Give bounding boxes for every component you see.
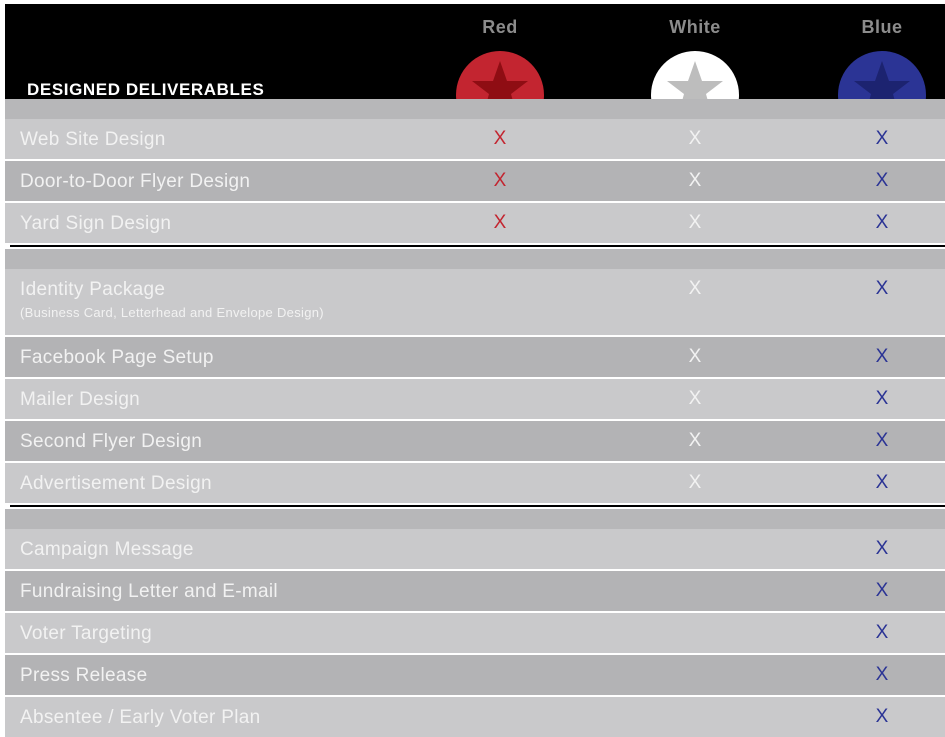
table-row: Facebook Page Setup X X bbox=[5, 337, 945, 377]
tier-name: Blue bbox=[861, 17, 903, 37]
deliverable-label: Second Flyer Design bbox=[20, 431, 203, 452]
included-mark-white: X bbox=[688, 472, 702, 493]
deliverable-label: Press Release bbox=[20, 665, 148, 686]
group-divider bbox=[10, 245, 945, 247]
group-divider bbox=[10, 505, 945, 507]
included-mark-blue: X bbox=[875, 538, 889, 559]
included-mark-blue: X bbox=[875, 706, 889, 727]
included-mark-blue: X bbox=[875, 388, 889, 409]
table-row: Absentee / Early Voter Plan X bbox=[5, 697, 945, 737]
deliverable-sublabel: (Business Card, Letterhead and Envelope … bbox=[20, 305, 324, 320]
table-row: Yard Sign Design X X X bbox=[5, 203, 945, 243]
included-mark-red: X bbox=[493, 170, 507, 191]
deliverable-label: Yard Sign Design bbox=[20, 213, 172, 234]
tier-badge bbox=[456, 51, 544, 99]
included-mark-white: X bbox=[688, 128, 702, 149]
included-mark-blue: X bbox=[875, 212, 889, 233]
included-mark-white: X bbox=[688, 430, 702, 451]
star-icon bbox=[667, 61, 723, 99]
tier-white: White bbox=[625, 4, 765, 99]
included-mark-blue: X bbox=[875, 170, 889, 191]
included-mark-white: X bbox=[688, 212, 702, 233]
deliverable-label: Advertisement Design bbox=[20, 473, 212, 494]
table-row: Campaign Message X bbox=[5, 529, 945, 569]
deliverable-label: Identity Package bbox=[20, 279, 166, 300]
tier-badge bbox=[651, 51, 739, 99]
tier-blue: Blue bbox=[812, 4, 945, 99]
tier-name: Red bbox=[482, 17, 518, 37]
tier-name: White bbox=[669, 17, 721, 37]
included-mark-white: X bbox=[688, 278, 702, 299]
deliverable-label: Web Site Design bbox=[20, 129, 166, 150]
included-mark-white: X bbox=[688, 170, 702, 191]
included-mark-blue: X bbox=[875, 346, 889, 367]
table-row: Mailer Design X X bbox=[5, 379, 945, 419]
included-mark-red: X bbox=[493, 212, 507, 233]
star-icon bbox=[854, 61, 910, 99]
deliverable-label: Campaign Message bbox=[20, 539, 194, 560]
deliverables-table: DESIGNED DELIVERABLES Red White Blue Web S… bbox=[0, 0, 945, 737]
group-gap bbox=[5, 249, 945, 269]
table-row: Web Site Design X X X bbox=[5, 119, 945, 159]
included-mark-red: X bbox=[493, 128, 507, 149]
tier-red: Red bbox=[430, 4, 570, 99]
deliverable-label: Mailer Design bbox=[20, 389, 141, 410]
group-gap bbox=[5, 99, 945, 119]
included-mark-blue: X bbox=[875, 128, 889, 149]
included-mark-blue: X bbox=[875, 664, 889, 685]
included-mark-blue: X bbox=[875, 278, 889, 299]
table-row: Press Release X bbox=[5, 655, 945, 695]
included-mark-blue: X bbox=[875, 472, 889, 493]
included-mark-white: X bbox=[688, 388, 702, 409]
table-row: Second Flyer Design X X bbox=[5, 421, 945, 461]
deliverable-label: Fundraising Letter and E-mail bbox=[20, 581, 278, 602]
header-title: DESIGNED DELIVERABLES bbox=[27, 80, 265, 99]
table-row: Fundraising Letter and E-mail X bbox=[5, 571, 945, 611]
included-mark-white: X bbox=[688, 346, 702, 367]
star-icon bbox=[472, 61, 528, 99]
table-row: Identity Package (Business Card, Letterhe… bbox=[5, 269, 945, 335]
deliverable-label: Door-to-Door Flyer Design bbox=[20, 171, 251, 192]
included-mark-blue: X bbox=[875, 580, 889, 601]
included-mark-blue: X bbox=[875, 622, 889, 643]
group-gap bbox=[5, 509, 945, 529]
table-header: DESIGNED DELIVERABLES Red White Blue bbox=[5, 4, 945, 99]
table-row: Door-to-Door Flyer Design X X X bbox=[5, 161, 945, 201]
table-row: Voter Targeting X bbox=[5, 613, 945, 653]
deliverable-label: Voter Targeting bbox=[20, 623, 152, 644]
included-mark-blue: X bbox=[875, 430, 889, 451]
table-row: Advertisement Design X X bbox=[5, 463, 945, 503]
deliverable-label: Facebook Page Setup bbox=[20, 347, 214, 368]
deliverable-label: Absentee / Early Voter Plan bbox=[20, 707, 261, 728]
tier-badge bbox=[838, 51, 926, 99]
